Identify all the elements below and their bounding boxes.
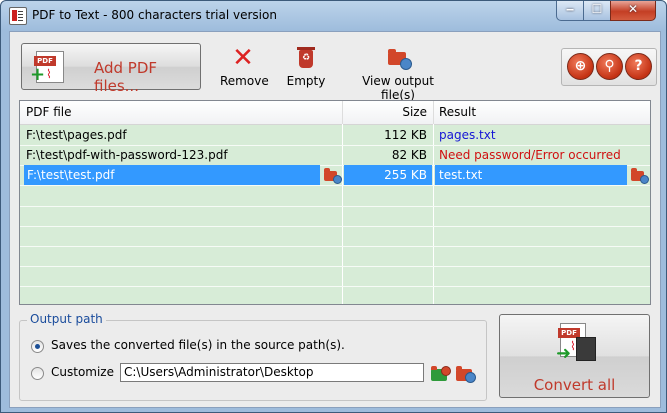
column-header-pdf-file[interactable]: PDF file: [26, 101, 71, 124]
recycle-bin-icon: ♻: [294, 46, 318, 70]
main-panel: PDF ⌇ + Add PDF files... ✕ Remove ♻ Empt…: [9, 31, 661, 408]
remove-label: Remove: [220, 74, 269, 88]
convert-all-label: Convert all: [533, 376, 616, 394]
window-title: PDF to Text - 800 characters trial versi…: [32, 8, 277, 22]
red-x-icon: ✕: [232, 43, 254, 73]
app-icon: [9, 7, 27, 25]
globe-icon: ⊕: [574, 58, 587, 74]
row-size: 82 KB: [391, 148, 427, 162]
open-output-folder-button[interactable]: [456, 364, 476, 384]
add-pdf-files-label: Add PDF files...: [94, 59, 158, 95]
row-result: test.txt: [439, 168, 483, 182]
output-path-group: Output path Saves the converted file(s) …: [19, 312, 487, 401]
maximize-button[interactable]: ☐: [583, 1, 611, 21]
row-result: pages.txt: [439, 128, 496, 142]
output-path-title: Output path: [27, 312, 106, 326]
app-window: PDF to Text - 800 characters trial versi…: [0, 0, 667, 413]
folder-globe-icon: [386, 46, 412, 70]
row-size: 112 KB: [384, 128, 427, 142]
convert-arrow-icon: ➜: [556, 343, 572, 364]
website-button[interactable]: ⊕: [567, 53, 594, 80]
column-header-size[interactable]: Size: [343, 101, 427, 124]
column-header-result[interactable]: Result: [439, 101, 476, 124]
source-path-label[interactable]: Saves the converted file(s) in the sourc…: [51, 338, 345, 352]
text-doc-icon: [576, 337, 596, 361]
customize-radio[interactable]: [31, 367, 44, 380]
close-icon: ✕: [627, 2, 639, 16]
convert-all-button[interactable]: PDF ⌇ ➜ Convert all: [499, 314, 650, 398]
file-list[interactable]: PDF file Size Result F:\test\pages.pdf 1…: [19, 100, 651, 305]
maximize-icon: ☐: [591, 2, 603, 16]
close-button[interactable]: ✕: [610, 1, 656, 21]
minimize-icon: ‒: [565, 2, 575, 16]
view-output-files-button[interactable]: View output file(s): [348, 46, 448, 102]
table-row-selected[interactable]: F:\test\test.pdf 255 KB test.txt: [20, 165, 650, 186]
source-path-radio[interactable]: [31, 340, 44, 353]
list-header: PDF file Size Result: [20, 101, 650, 125]
row-file: F:\test\pages.pdf: [26, 128, 127, 142]
plus-icon: +: [30, 64, 46, 85]
help-buttons-group: ⊕ ⚲ ?: [561, 48, 657, 86]
open-output-folder-icon[interactable]: [631, 167, 649, 184]
key-icon: ⚲: [604, 58, 615, 74]
view-output-label: View output file(s): [362, 74, 434, 102]
empty-button[interactable]: ♻ Empty: [286, 46, 326, 88]
open-source-folder-icon[interactable]: [324, 167, 342, 184]
remove-button[interactable]: ✕ Remove: [220, 43, 269, 88]
row-result: Need password/Error occurred: [439, 148, 621, 162]
table-row[interactable]: F:\test\pdf-with-password-123.pdf 82 KB …: [20, 145, 650, 166]
browse-folder-icon[interactable]: [431, 364, 451, 384]
minimize-button[interactable]: ‒: [556, 1, 584, 21]
row-file: F:\test\test.pdf: [27, 168, 115, 182]
row-file: F:\test\pdf-with-password-123.pdf: [26, 148, 228, 162]
title-bar[interactable]: PDF to Text - 800 characters trial versi…: [1, 1, 666, 31]
help-button[interactable]: ?: [625, 53, 652, 80]
add-pdf-files-button[interactable]: PDF ⌇ + Add PDF files...: [21, 43, 201, 95]
empty-label: Empty: [286, 74, 326, 88]
row-size: 255 KB: [384, 168, 427, 182]
customize-label[interactable]: Customize: [51, 365, 114, 379]
table-row[interactable]: F:\test\pages.pdf 112 KB pages.txt: [20, 125, 650, 146]
output-path-input[interactable]: [120, 363, 424, 382]
register-button[interactable]: ⚲: [596, 53, 623, 80]
help-icon: ?: [634, 58, 643, 74]
